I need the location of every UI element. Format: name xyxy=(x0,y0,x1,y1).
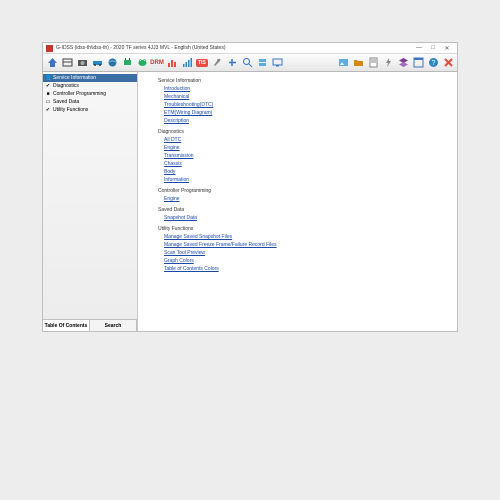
bolt-icon[interactable] xyxy=(381,56,395,70)
section-title: Diagnostics xyxy=(158,129,449,135)
chart-icon[interactable] xyxy=(165,56,179,70)
diag-icon: ✔ xyxy=(45,83,51,89)
help-icon[interactable]: ? xyxy=(426,56,440,70)
exit-icon[interactable] xyxy=(441,56,455,70)
tab-toc[interactable]: Table Of Contents xyxy=(43,320,90,331)
content-link[interactable]: Description xyxy=(164,117,449,125)
folder-icon[interactable] xyxy=(351,56,365,70)
minimize-button[interactable]: — xyxy=(412,44,426,53)
search-icon[interactable] xyxy=(240,56,254,70)
content-link[interactable]: Mechanical xyxy=(164,93,449,101)
tab-search[interactable]: Search xyxy=(90,320,137,331)
content-link[interactable]: All DTC xyxy=(164,136,449,144)
content-link[interactable]: Snapshot Data xyxy=(164,214,449,222)
layer-icon[interactable] xyxy=(255,56,269,70)
sidebar-item-saved[interactable]: ▭ Saved Data xyxy=(43,98,137,106)
content-link[interactable]: Information xyxy=(164,176,449,184)
sidebar-item-label: Controller Programming xyxy=(53,91,106,97)
content-link[interactable]: Table of Contents Colors xyxy=(164,265,449,273)
maximize-button[interactable]: □ xyxy=(426,44,440,53)
content-link[interactable]: Body xyxy=(164,168,449,176)
content-link[interactable]: Troubleshooting(DTC) xyxy=(164,101,449,109)
nav-tree: 📘 Service Information ✔ Diagnostics ■ Co… xyxy=(43,72,137,319)
app-window: G-IDSS (idss-th\idss-th) - 2020 TF serie… xyxy=(42,42,458,332)
content-link[interactable]: Manage Saved Snapshot Files xyxy=(164,233,449,241)
content-pane: Service InformationIntroductionMechanica… xyxy=(138,72,457,331)
camera-icon[interactable] xyxy=(75,56,89,70)
content-link[interactable]: Introduction xyxy=(164,85,449,93)
sidebar-item-label: Diagnostics xyxy=(53,83,79,89)
home-icon[interactable] xyxy=(45,56,59,70)
sidebar-tabs: Table Of Contents Search xyxy=(43,319,137,331)
frog-icon[interactable] xyxy=(135,56,149,70)
sidebar-item-label: Utility Functions xyxy=(53,107,88,113)
content-link[interactable]: Engine xyxy=(164,144,449,152)
sidebar-item-controller[interactable]: ■ Controller Programming xyxy=(43,90,137,98)
window-icon[interactable] xyxy=(411,56,425,70)
section-title: Saved Data xyxy=(158,207,449,213)
save-icon: ▭ xyxy=(45,99,51,105)
section: DiagnosticsAll DTCEngineTransmissionChas… xyxy=(158,129,449,184)
sidebar-item-service-info[interactable]: 📘 Service Information xyxy=(43,74,137,82)
wrench-icon[interactable] xyxy=(210,56,224,70)
chip-icon: ■ xyxy=(45,91,51,97)
sidebar: 📘 Service Information ✔ Diagnostics ■ Co… xyxy=(43,72,138,331)
sidebar-item-utility[interactable]: ✔ Utility Functions xyxy=(43,106,137,114)
section-title: Controller Programming xyxy=(158,188,449,194)
stack-icon[interactable] xyxy=(396,56,410,70)
svg-text:?: ? xyxy=(431,60,435,67)
gear-icon: ✔ xyxy=(45,107,51,113)
section: Service InformationIntroductionMechanica… xyxy=(158,78,449,125)
window-title: G-IDSS (idss-th\idss-th) - 2020 TF serie… xyxy=(56,45,412,51)
vehicle-icon[interactable] xyxy=(90,56,104,70)
content-link[interactable]: ETM(Wiring Diagram) xyxy=(164,109,449,117)
app-icon xyxy=(46,45,53,52)
signal-icon[interactable] xyxy=(180,56,194,70)
sidebar-item-label: Saved Data xyxy=(53,99,79,105)
section-title: Service Information xyxy=(158,78,449,84)
book-icon: 📘 xyxy=(45,75,51,81)
content-link[interactable]: Manage Saved Freeze Frame/Failure Record… xyxy=(164,241,449,249)
sidebar-item-label: Service Information xyxy=(53,75,96,81)
titlebar: G-IDSS (idss-th\idss-th) - 2020 TF serie… xyxy=(43,43,457,54)
toolbar: DRM TIS ? xyxy=(43,54,457,72)
section-title: Utility Functions xyxy=(158,226,449,232)
section: Saved DataSnapshot Data xyxy=(158,207,449,222)
sidebar-item-diagnostics[interactable]: ✔ Diagnostics xyxy=(43,82,137,90)
connector-icon[interactable] xyxy=(120,56,134,70)
tis-badge[interactable]: TIS xyxy=(195,56,209,70)
content-link[interactable]: Graph Colors xyxy=(164,257,449,265)
globe-icon[interactable] xyxy=(105,56,119,70)
section: Utility FunctionsManage Saved Snapshot F… xyxy=(158,226,449,273)
plus-icon[interactable] xyxy=(225,56,239,70)
document-icon[interactable] xyxy=(366,56,380,70)
picture-icon[interactable] xyxy=(336,56,350,70)
content-link[interactable]: Engine xyxy=(164,195,449,203)
tool-icon-1[interactable] xyxy=(60,56,74,70)
content-link[interactable]: Scan Tool Preview xyxy=(164,249,449,257)
content-link[interactable]: Transmission xyxy=(164,152,449,160)
section: Controller ProgrammingEngine xyxy=(158,188,449,203)
close-button[interactable]: ✕ xyxy=(440,44,454,53)
drm-label[interactable]: DRM xyxy=(150,56,164,70)
content-link[interactable]: Chassis xyxy=(164,160,449,168)
monitor-icon[interactable] xyxy=(270,56,284,70)
